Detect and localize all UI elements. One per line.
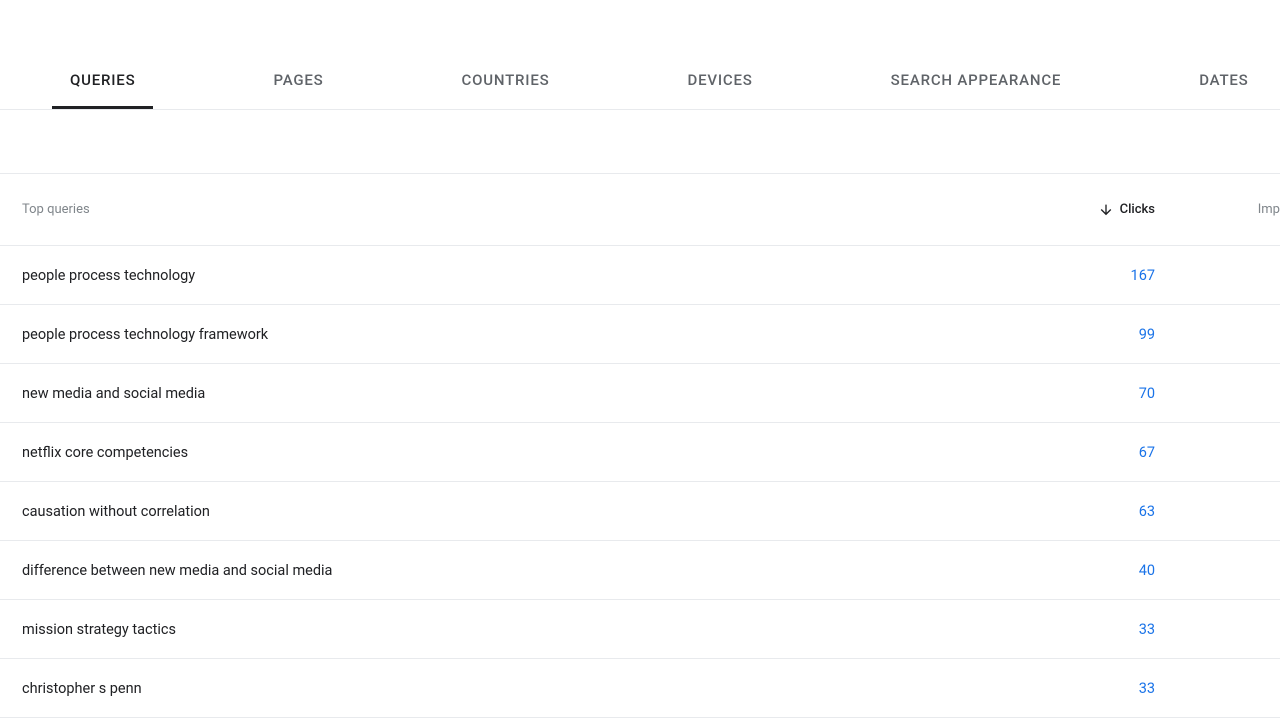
clicks-cell[interactable]: 70 (1060, 385, 1155, 402)
query-cell: people process technology framework (0, 326, 1060, 343)
spacer (0, 110, 1280, 174)
table-header-row: Top queries Clicks Imp (0, 174, 1280, 246)
table-row[interactable]: christopher s penn33 (0, 659, 1280, 718)
query-cell: mission strategy tactics (0, 621, 1060, 638)
sort-descending-icon (1098, 202, 1114, 218)
table-row[interactable]: difference between new media and social … (0, 541, 1280, 600)
clicks-cell[interactable]: 63 (1060, 503, 1155, 520)
clicks-cell[interactable]: 167 (1060, 267, 1155, 284)
table-row[interactable]: mission strategy tactics33 (0, 600, 1280, 659)
clicks-cell[interactable]: 33 (1060, 680, 1155, 697)
table-row[interactable]: new media and social media70 (0, 364, 1280, 423)
table-row[interactable]: people process technology167 (0, 246, 1280, 305)
table-body: people process technology167people proce… (0, 246, 1280, 718)
table-row[interactable]: people process technology framework99 (0, 305, 1280, 364)
query-cell: christopher s penn (0, 680, 1060, 697)
tab-pages[interactable]: PAGES (249, 71, 347, 109)
clicks-label: Clicks (1120, 202, 1155, 217)
tab-search-appearance[interactable]: SEARCH APPEARANCE (867, 71, 1086, 109)
clicks-cell[interactable]: 99 (1060, 326, 1155, 343)
tab-countries[interactable]: COUNTRIES (438, 71, 574, 109)
column-header-impressions[interactable]: Imp (1155, 202, 1280, 217)
query-cell: causation without correlation (0, 503, 1060, 520)
tab-dates[interactable]: DATES (1175, 71, 1272, 109)
column-header-queries[interactable]: Top queries (0, 202, 1060, 217)
column-header-clicks[interactable]: Clicks (1060, 202, 1155, 218)
query-cell: people process technology (0, 267, 1060, 284)
clicks-cell[interactable]: 67 (1060, 444, 1155, 461)
table-row[interactable]: netflix core competencies67 (0, 423, 1280, 482)
tab-devices[interactable]: DEVICES (664, 71, 777, 109)
query-cell: difference between new media and social … (0, 562, 1060, 579)
query-cell: new media and social media (0, 385, 1060, 402)
tabs-bar: QUERIES PAGES COUNTRIES DEVICES SEARCH A… (0, 0, 1280, 110)
query-cell: netflix core competencies (0, 444, 1060, 461)
table-row[interactable]: causation without correlation63 (0, 482, 1280, 541)
clicks-cell[interactable]: 40 (1060, 562, 1155, 579)
clicks-cell[interactable]: 33 (1060, 621, 1155, 638)
tab-queries[interactable]: QUERIES (46, 71, 159, 109)
